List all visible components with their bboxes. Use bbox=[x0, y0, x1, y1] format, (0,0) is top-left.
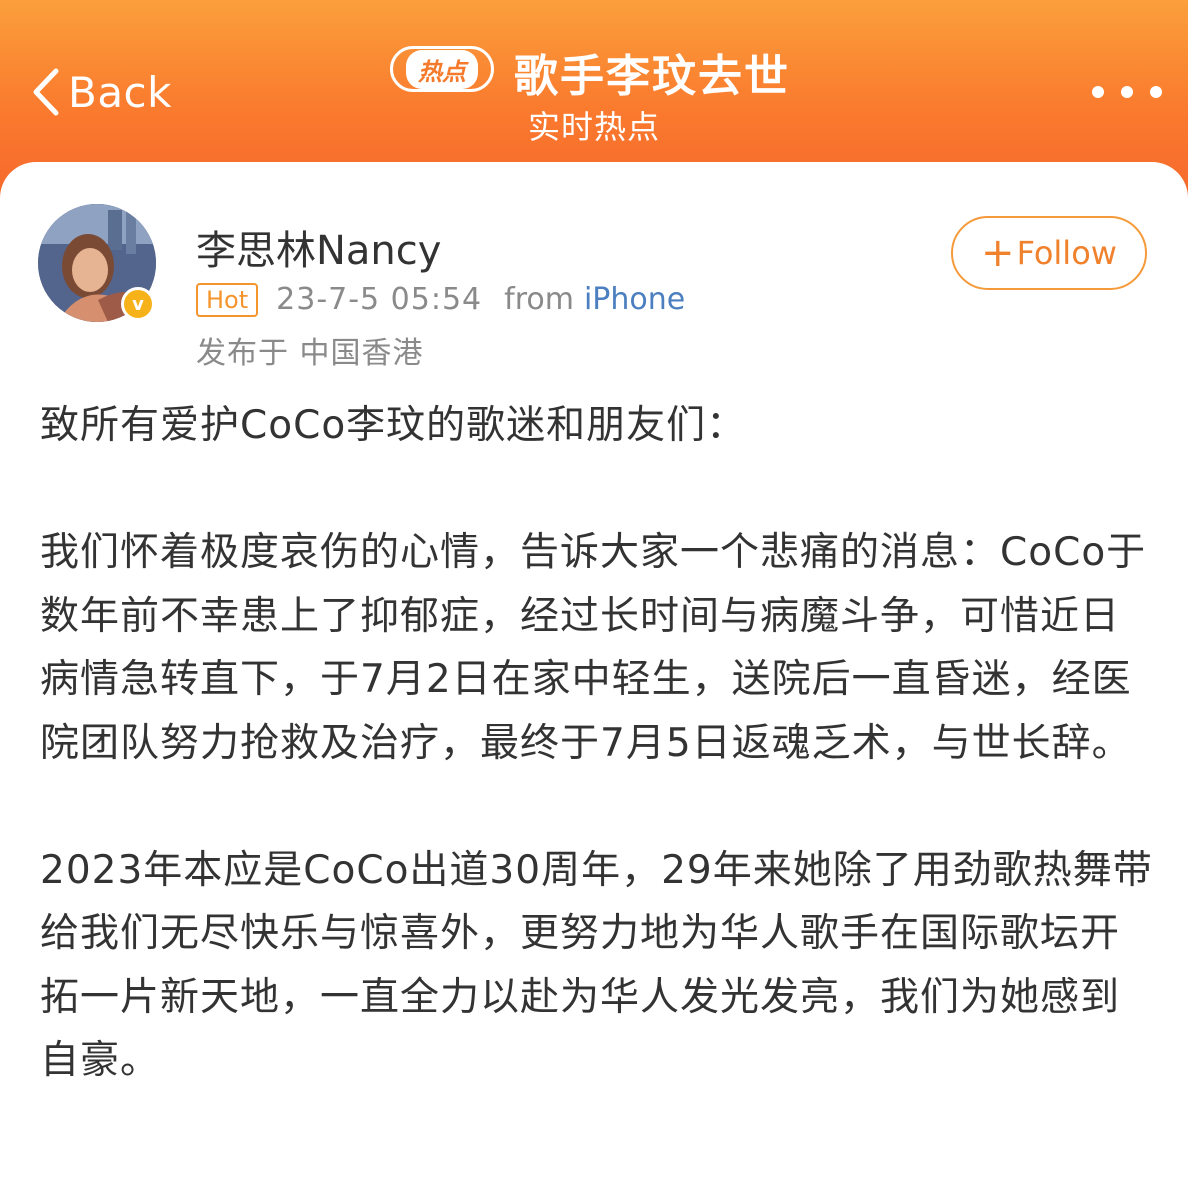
more-dots-icon bbox=[1121, 86, 1133, 98]
verified-badge-icon: v bbox=[121, 287, 155, 321]
post-body: 致所有爱护CoCo李玟的歌迷和朋友们： 我们怀着极度哀伤的心情，告诉大家一个悲痛… bbox=[40, 394, 1155, 1093]
from-label: from bbox=[504, 282, 574, 317]
post-meta: Hot 23-7-5 05:54 from iPhone bbox=[196, 282, 685, 317]
post-time: 23-7-5 05:54 bbox=[276, 282, 483, 317]
post-paragraph: 我们怀着极度哀伤的心情，告诉大家一个悲痛的消息：CoCo于数年前不幸患上了抑郁症… bbox=[40, 530, 1147, 766]
follow-button[interactable]: + Follow bbox=[951, 216, 1147, 290]
post-card: v 李思林Nancy Hot 23-7-5 05:54 from iPhone … bbox=[0, 162, 1188, 1200]
post-paragraph: 致所有爱护CoCo李玟的歌迷和朋友们： bbox=[40, 403, 747, 448]
topic-subtitle: 实时热点 bbox=[527, 108, 660, 146]
post-paragraph: 2023年本应是CoCo出道30周年，29年来她除了用劲歌热舞带给我们无尽快乐与… bbox=[40, 847, 1153, 1084]
username[interactable]: 李思林Nancy bbox=[196, 218, 441, 276]
post-location: 发布于 中国香港 bbox=[196, 336, 424, 371]
more-options-button[interactable] bbox=[1092, 80, 1162, 104]
more-dots-icon bbox=[1150, 86, 1162, 98]
device-link[interactable]: iPhone bbox=[584, 282, 685, 317]
hot-badge: Hot bbox=[196, 282, 259, 317]
hot-topic-pill-label: 热点 bbox=[406, 49, 478, 89]
more-dots-icon bbox=[1092, 86, 1104, 98]
topic-title: 歌手李玟去世 bbox=[514, 51, 790, 102]
follow-label: Follow bbox=[1016, 234, 1117, 272]
hot-topic-pill: 热点 bbox=[390, 46, 494, 92]
plus-icon: + bbox=[981, 230, 1015, 276]
